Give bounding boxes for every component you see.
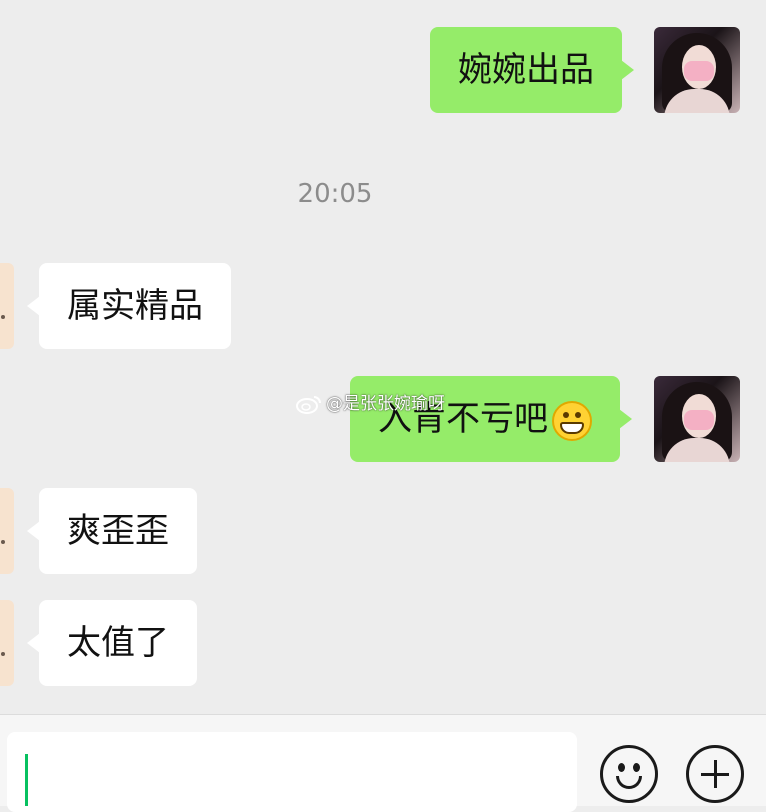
grinning-face-icon xyxy=(552,400,592,441)
weibo-logo-icon xyxy=(296,394,322,414)
message-bubble-received[interactable]: 太值了 xyxy=(27,600,197,686)
my-avatar[interactable] xyxy=(654,27,740,113)
message-text: 婉婉出品 xyxy=(458,50,594,90)
chat-area: 婉婉出品 20:05 属实精品 入肯不亏吧 @是张张婉瑜呀 爽歪歪 太值了 xyxy=(0,0,766,714)
message-text: 爽歪歪 xyxy=(67,511,169,551)
weibo-watermark: @是张张婉瑜呀 xyxy=(296,391,445,417)
message-text: 太值了 xyxy=(67,623,169,663)
contact-avatar[interactable] xyxy=(0,263,14,349)
message-bubble-sent[interactable]: 入肯不亏吧 xyxy=(350,376,632,462)
message-timestamp: 20:05 xyxy=(297,179,373,209)
watermark-text: @是张张婉瑜呀 xyxy=(326,394,445,414)
plus-button[interactable] xyxy=(686,745,744,803)
emoji-button[interactable] xyxy=(600,745,658,803)
message-text: 属实精品 xyxy=(67,286,203,326)
contact-avatar[interactable] xyxy=(0,600,14,686)
contact-avatar[interactable] xyxy=(0,488,14,574)
text-caret xyxy=(25,754,28,806)
message-input[interactable] xyxy=(7,732,577,812)
message-bubble-sent[interactable]: 婉婉出品 xyxy=(430,27,634,113)
my-avatar[interactable] xyxy=(654,376,740,462)
message-bubble-received[interactable]: 属实精品 xyxy=(27,263,231,349)
message-bubble-received[interactable]: 爽歪歪 xyxy=(27,488,197,574)
input-bar xyxy=(0,714,766,812)
